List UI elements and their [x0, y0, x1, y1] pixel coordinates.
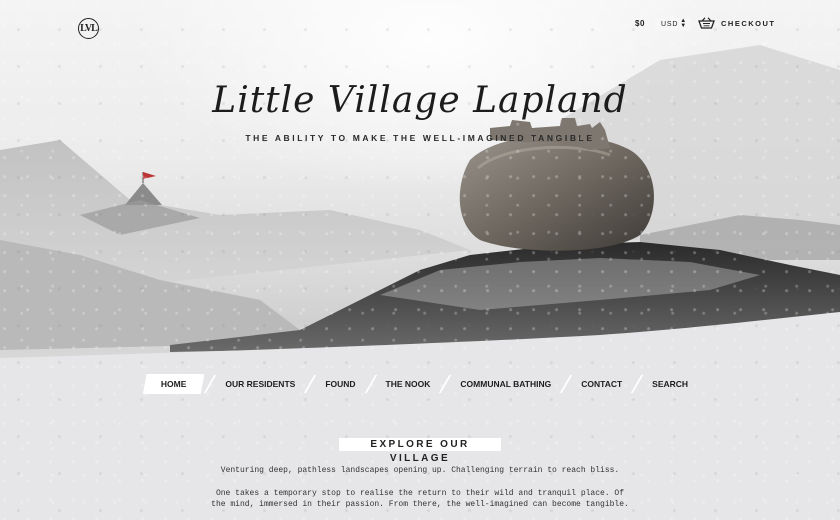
nav-item-contact[interactable]: CONTACT	[572, 374, 631, 394]
nav-divider	[365, 375, 377, 393]
checkout-label: CHECKOUT	[721, 18, 776, 28]
logo-text: LVL	[80, 23, 98, 34]
nav-divider	[560, 375, 572, 393]
currency-value: USD	[661, 21, 679, 28]
intro-paragraph-1: Venturing deep, pathless landscapes open…	[220, 466, 620, 475]
intro-paragraph-2-line-1: One takes a temporary stop to realise th…	[215, 489, 625, 498]
intro-paragraph-2-line-2: the mind, immersed in their passion. Fro…	[211, 500, 629, 509]
nav-item-search[interactable]: SEARCH	[643, 374, 697, 394]
nav-divider	[631, 375, 643, 393]
nav-divider	[304, 375, 316, 393]
cart-total: $0	[635, 19, 645, 28]
nav-divider	[204, 375, 216, 393]
nav-item-the-nook[interactable]: THE NOOK	[377, 374, 440, 394]
updown-arrows-icon: ▲ ▼	[680, 18, 687, 29]
nav-item-communal-bathing[interactable]: COMMUNAL BATHING	[451, 374, 560, 394]
nav-item-found[interactable]: FOUND	[316, 374, 364, 394]
nav-item-our-residents[interactable]: OUR RESIDENTS	[216, 374, 304, 394]
main-navigation: HOME OUR RESIDENTS FOUND THE NOOK COMMUN…	[0, 374, 840, 394]
checkout-button[interactable]: CHECKOUT	[698, 17, 776, 29]
section-heading: EXPLORE OUR VILLAGE	[339, 438, 501, 464]
nav-item-home[interactable]: HOME	[142, 374, 205, 394]
site-title: Little Village Lapland	[212, 80, 628, 121]
site-logo[interactable]: LVL	[78, 18, 99, 39]
basket-icon	[698, 17, 715, 29]
site-tagline: THE ABILITY TO MAKE THE WELL-IMAGINED TA…	[245, 133, 595, 143]
currency-select[interactable]: USD ▲ ▼	[655, 18, 691, 31]
nav-divider	[439, 375, 451, 393]
